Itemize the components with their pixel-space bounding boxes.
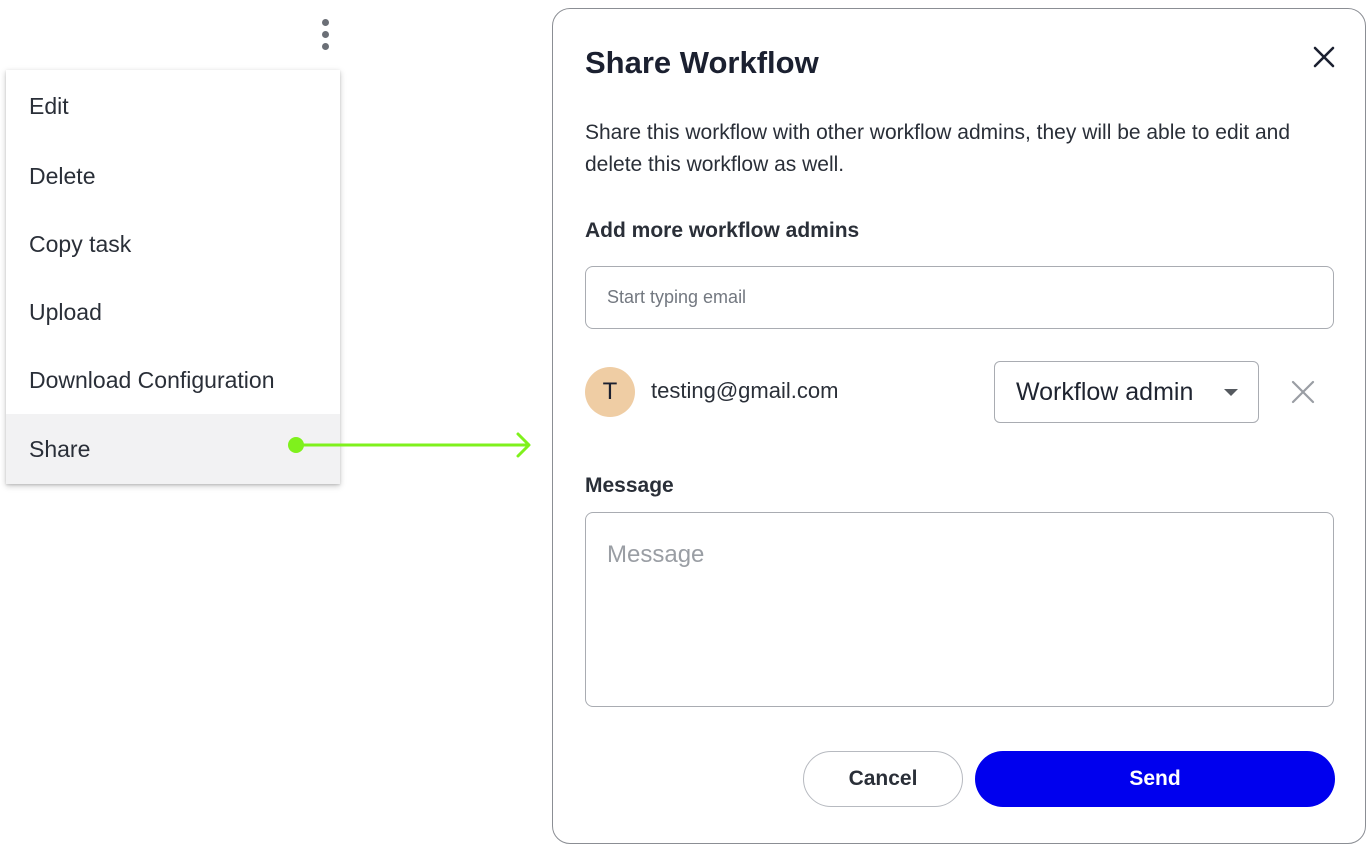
annotation-arrow xyxy=(288,432,531,458)
kebab-dot xyxy=(321,18,329,26)
message-textarea[interactable] xyxy=(585,512,1334,707)
user-email: testing@gmail.com xyxy=(651,378,839,403)
cancel-button[interactable]: Cancel xyxy=(803,751,963,807)
role-select[interactable]: Workflow admin xyxy=(994,361,1259,423)
dialog-description: Share this workflow with other workflow … xyxy=(585,121,1290,176)
chevron-down-icon xyxy=(1224,389,1238,396)
share-workflow-dialog: Share Workflow Share this workflow with … xyxy=(552,8,1366,844)
menu-item-upload[interactable]: Upload xyxy=(6,278,340,346)
menu-item-download-configuration[interactable]: Download Configuration xyxy=(6,346,340,414)
context-menu: Edit Delete Copy task Upload Download Co… xyxy=(6,70,340,484)
admins-label: Add more workflow admins xyxy=(585,219,860,242)
stage: Edit Delete Copy task Upload Download Co… xyxy=(0,0,1372,848)
email-input[interactable] xyxy=(585,266,1334,329)
menu-item-delete[interactable]: Delete xyxy=(6,142,340,210)
role-select-value: Workflow admin xyxy=(1016,377,1194,406)
close-icon[interactable] xyxy=(1309,42,1339,72)
remove-user-icon[interactable] xyxy=(1290,379,1316,405)
more-vertical-icon[interactable] xyxy=(314,14,336,54)
menu-item-edit[interactable]: Edit xyxy=(6,70,340,142)
message-label: Message xyxy=(585,474,674,497)
avatar: T xyxy=(585,367,635,417)
kebab-dot xyxy=(321,42,329,50)
kebab-dot xyxy=(321,30,329,38)
send-button[interactable]: Send xyxy=(975,751,1335,807)
dialog-title: Share Workflow xyxy=(585,45,819,80)
menu-item-copy-task[interactable]: Copy task xyxy=(6,210,340,278)
